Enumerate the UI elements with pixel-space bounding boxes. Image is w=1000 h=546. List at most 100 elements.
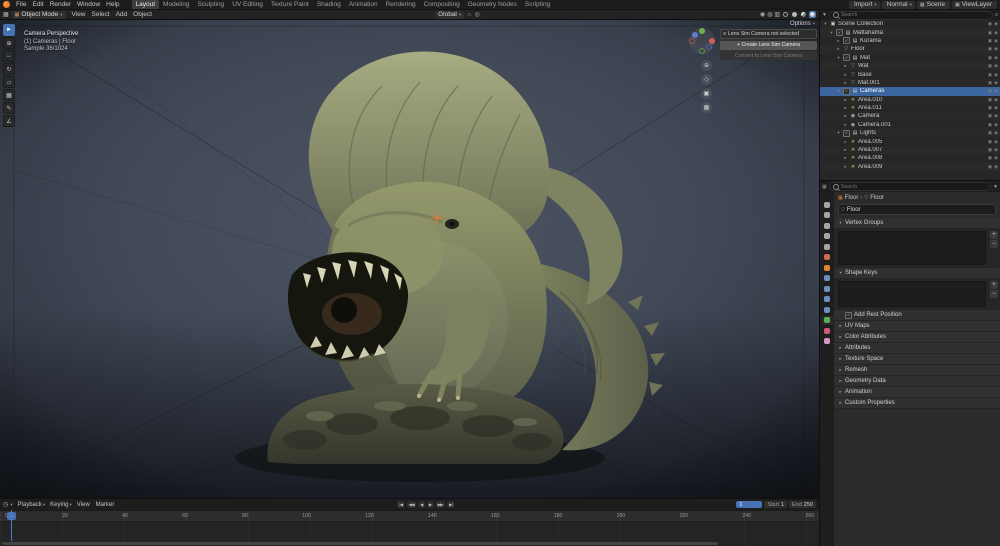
breadcrumb-data[interactable]: ▽ Floor bbox=[864, 195, 884, 201]
camera-view-icon[interactable]: ▣ bbox=[701, 88, 712, 99]
outliner-row[interactable]: ▾ ✓ ▤ Cameras ▣ ◉ bbox=[820, 87, 1000, 95]
topbar-menu-item[interactable]: Edit bbox=[29, 1, 46, 8]
filter-options-icon[interactable]: ≡ bbox=[995, 12, 998, 18]
prev-keyframe-button[interactable]: ◀◀ bbox=[407, 501, 416, 508]
outliner-row[interactable]: ▸ ▽ Floor ▣ ◉ bbox=[820, 45, 1000, 53]
add-item-button[interactable]: + bbox=[990, 281, 998, 289]
neg-y-axis-handle[interactable] bbox=[699, 48, 705, 54]
timeline-menu-item[interactable]: Keying▾ bbox=[50, 502, 72, 508]
section-header[interactable]: ▸ Texture Space bbox=[834, 354, 1000, 365]
render-camera-icon[interactable]: ◉ bbox=[994, 63, 998, 69]
section-header[interactable]: ▸ UV Maps bbox=[834, 321, 1000, 332]
screen-icon[interactable]: ▣ bbox=[988, 130, 992, 136]
topbar-menu-item[interactable]: File bbox=[13, 1, 29, 8]
transform-orientation-selector[interactable]: Global ▾ bbox=[435, 11, 464, 19]
tab-physics[interactable] bbox=[821, 295, 833, 304]
list-area[interactable] bbox=[838, 231, 986, 265]
screen-icon[interactable]: ▣ bbox=[988, 88, 992, 94]
section-header[interactable]: ✓ Add Rest Position bbox=[834, 310, 1000, 321]
workspace-tab[interactable]: Texture Paint bbox=[267, 0, 313, 9]
workspace-tab[interactable]: Rendering bbox=[382, 0, 420, 9]
frame-start-field[interactable]: Start 1 bbox=[764, 501, 787, 508]
topbar-menu-item[interactable]: Help bbox=[103, 1, 122, 8]
workspace-tab[interactable]: UV Editing bbox=[228, 0, 267, 9]
x-axis-handle[interactable] bbox=[709, 38, 715, 44]
disclosure-arrow-icon[interactable]: ▸ bbox=[843, 72, 848, 78]
playhead-line[interactable] bbox=[11, 510, 12, 541]
screen-icon[interactable]: ▣ bbox=[988, 105, 992, 111]
timeline-editor-icon[interactable]: ◷ bbox=[3, 501, 8, 508]
render-camera-icon[interactable]: ◉ bbox=[994, 155, 998, 161]
play-button[interactable]: ▶ bbox=[427, 501, 434, 508]
render-camera-icon[interactable]: ◉ bbox=[994, 80, 998, 86]
render-camera-icon[interactable]: ◉ bbox=[994, 55, 998, 61]
remove-item-button[interactable]: − bbox=[990, 240, 998, 248]
section-header[interactable]: ▸ Remesh bbox=[834, 365, 1000, 376]
disclosure-arrow-icon[interactable]: ▸ bbox=[843, 113, 848, 119]
disclosure-arrow-icon[interactable]: ▸ bbox=[843, 147, 848, 153]
section-header[interactable]: ▸ Animation bbox=[834, 387, 1000, 398]
outliner-row[interactable]: ▸ ☀ Area.007 ▣ ◉ bbox=[820, 146, 1000, 154]
outliner-row[interactable]: ▸ ☀ Area.005 ▣ ◉ bbox=[820, 137, 1000, 145]
disclosure-arrow-icon[interactable]: ▸ bbox=[843, 164, 848, 170]
screen-icon[interactable]: ▣ bbox=[988, 30, 992, 36]
collection-checkbox[interactable]: ✓ bbox=[836, 29, 843, 36]
collection-checkbox[interactable]: ✓ bbox=[843, 88, 850, 95]
render-camera-icon[interactable]: ◉ bbox=[994, 105, 998, 111]
collection-checkbox[interactable]: ✓ bbox=[843, 37, 850, 44]
tab-texture[interactable] bbox=[821, 337, 833, 346]
tab-particles[interactable] bbox=[821, 284, 833, 293]
timeline-track-area[interactable] bbox=[0, 522, 819, 546]
outliner-row[interactable]: ▸ ☀ Area.010 ▣ ◉ bbox=[820, 96, 1000, 104]
outliner-row[interactable]: ▸ ✓ ▤ Kurama ▣ ◉ bbox=[820, 37, 1000, 45]
outliner-row[interactable]: ▸ ▽ Mat.001 ▣ ◉ bbox=[820, 79, 1000, 87]
shading-rendered-icon[interactable] bbox=[809, 11, 816, 18]
disclosure-arrow-icon[interactable]: ▸ bbox=[843, 122, 848, 128]
properties-search-input[interactable] bbox=[841, 184, 987, 190]
cursor-tool[interactable]: ⊕ bbox=[3, 37, 15, 49]
screen-icon[interactable]: ▣ bbox=[988, 72, 992, 78]
disclosure-arrow-icon[interactable]: ▸ bbox=[843, 97, 848, 103]
render-camera-icon[interactable]: ◉ bbox=[994, 38, 998, 44]
disclosure-arrow-icon[interactable]: ▾ bbox=[836, 55, 841, 61]
data-name-field[interactable]: ▽ Floor bbox=[838, 204, 996, 215]
timeline-menu-item[interactable]: Playback▾ bbox=[18, 502, 46, 508]
scale-tool[interactable]: ▱ bbox=[3, 76, 15, 88]
screen-icon[interactable]: ▣ bbox=[988, 113, 992, 119]
move-tool[interactable]: ↔ bbox=[3, 50, 15, 62]
screen-icon[interactable]: ▣ bbox=[988, 80, 992, 86]
blender-logo-icon[interactable] bbox=[3, 1, 10, 8]
outliner-row[interactable]: ▸ ▽ Base ▣ ◉ bbox=[820, 70, 1000, 78]
render-camera-icon[interactable]: ◉ bbox=[994, 46, 998, 52]
screen-icon[interactable]: ▣ bbox=[988, 46, 992, 52]
viewport-canvas[interactable]: Camera Perspective(1) Cameras | FloorSam… bbox=[0, 20, 819, 498]
workspace-tab[interactable]: Sculpting bbox=[193, 0, 228, 9]
section-header[interactable]: ▾ Shape Keys bbox=[834, 268, 1000, 279]
screen-icon[interactable]: ▣ bbox=[988, 97, 992, 103]
next-keyframe-button[interactable]: ▶▶ bbox=[436, 501, 445, 508]
render-camera-icon[interactable]: ◉ bbox=[994, 97, 998, 103]
timeline-menu-item[interactable]: View bbox=[77, 502, 91, 508]
viewport-menu-item[interactable]: Add bbox=[113, 11, 131, 18]
workspace-tab[interactable]: Scripting bbox=[521, 0, 554, 9]
frame-end-field[interactable]: End 250 bbox=[789, 501, 816, 508]
disclosure-arrow-icon[interactable]: ▸ bbox=[836, 46, 841, 52]
disclosure-arrow-icon[interactable]: ▸ bbox=[843, 80, 848, 86]
render-camera-icon[interactable]: ◉ bbox=[994, 147, 998, 153]
outliner-row[interactable]: ▾ ✓ ▤ Lights ▣ ◉ bbox=[820, 129, 1000, 137]
screen-icon[interactable]: ▣ bbox=[988, 122, 992, 128]
collection-checkbox[interactable]: ✓ bbox=[843, 130, 850, 137]
editor-type-icon[interactable]: ▦ bbox=[3, 11, 9, 18]
viewlayer-selector[interactable]: ▣ViewLayer bbox=[952, 1, 997, 9]
shading-material-icon[interactable] bbox=[800, 11, 807, 18]
render-camera-icon[interactable]: ◉ bbox=[994, 139, 998, 145]
transform-tool[interactable]: ▦ bbox=[3, 89, 15, 101]
outliner-row[interactable]: ▸ ◉ Camera ▣ ◉ bbox=[820, 112, 1000, 120]
tab-view-layer[interactable] bbox=[821, 232, 833, 241]
create-lens-sim-camera-button[interactable]: + Create Lens Sim Camera bbox=[720, 41, 817, 50]
snap-magnet-icon[interactable]: ∩ bbox=[467, 12, 471, 18]
timeline-ruler[interactable]: 020406080100120140160180200220240260 1 bbox=[0, 510, 819, 522]
outliner-row[interactable]: ▾ ▣ Scene Collection ▣ ◉ bbox=[820, 20, 1000, 28]
tab-constraints[interactable] bbox=[821, 305, 833, 314]
lens-panel-header[interactable]: ≡ Lens Sim Camera not selected bbox=[720, 29, 817, 39]
